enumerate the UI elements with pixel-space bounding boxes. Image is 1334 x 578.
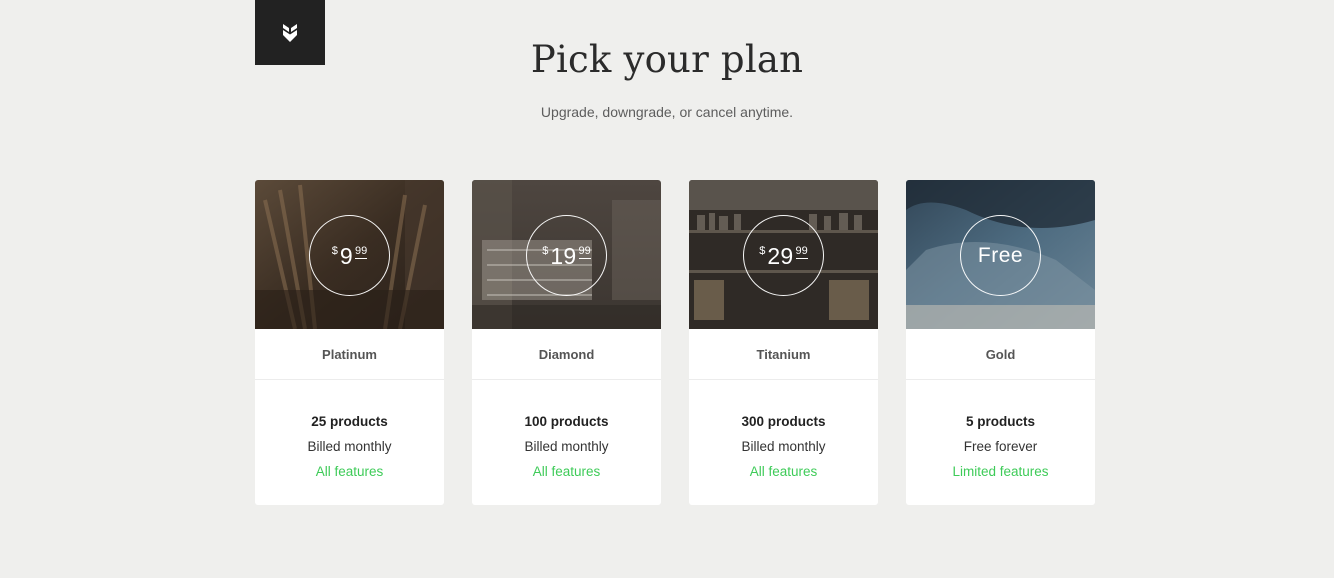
plan-products: 300 products [741, 414, 826, 429]
price-cents: 99 [578, 245, 591, 259]
plan-billing: Free forever [963, 439, 1038, 454]
price-free-label: Free [977, 244, 1024, 267]
plan-features-link[interactable]: All features [255, 459, 444, 484]
plan-features-link[interactable]: Limited features [906, 459, 1095, 484]
plan-photo-titanium: $ 29 99 [689, 180, 878, 329]
page-subtitle: Upgrade, downgrade, or cancel anytime. [540, 104, 794, 120]
price-cents: 99 [354, 245, 368, 259]
price-amount: 29 [767, 243, 794, 269]
price-amount: 19 [550, 243, 577, 269]
page-title: Pick your plan [530, 38, 804, 81]
price-currency: $ [331, 245, 338, 257]
price-badge: $ 19 99 [526, 215, 607, 296]
plan-name: Diamond [472, 329, 661, 380]
plan-photo-platinum: $ 9 99 [255, 180, 444, 329]
plan-card-gold[interactable]: Free Gold 5 products Free forever Limite… [906, 180, 1095, 505]
price-cents: 99 [795, 245, 808, 259]
plan-features: 100 products Billed monthly All features [472, 380, 661, 484]
price-amount: 9 [339, 243, 353, 269]
price-currency: $ [759, 245, 766, 257]
plan-card-platinum[interactable]: $ 9 99 Platinum 25 products Billed month… [255, 180, 444, 505]
plan-features: 300 products Billed monthly All features [689, 380, 878, 484]
plan-list: $ 9 99 Platinum 25 products Billed month… [255, 180, 1095, 505]
plan-photo-gold: Free [906, 180, 1095, 329]
plan-name: Titanium [689, 329, 878, 380]
plan-name: Gold [906, 329, 1095, 380]
plan-products: 100 products [524, 414, 609, 429]
plan-billing: Billed monthly [524, 439, 609, 454]
plan-products: 5 products [965, 414, 1035, 429]
plan-photo-diamond: $ 19 99 [472, 180, 661, 329]
plan-card-titanium[interactable]: $ 29 99 Titanium 300 products Billed mon… [689, 180, 878, 505]
plan-features: 5 products Free forever Limited features [906, 380, 1095, 484]
plan-billing: Billed monthly [307, 439, 392, 454]
price-badge: $ 29 99 [743, 215, 824, 296]
plan-billing: Billed monthly [741, 439, 826, 454]
price-badge: $ 9 99 [309, 215, 390, 296]
price-badge: Free [960, 215, 1041, 296]
plan-features-link[interactable]: All features [689, 459, 878, 484]
plan-card-diamond[interactable]: $ 19 99 Diamond 100 products Billed mont… [472, 180, 661, 505]
plan-features-link[interactable]: All features [472, 459, 661, 484]
plan-features: 25 products Billed monthly All features [255, 380, 444, 484]
plan-name: Platinum [255, 329, 444, 380]
price-currency: $ [542, 245, 549, 257]
plan-products: 25 products [311, 414, 388, 429]
